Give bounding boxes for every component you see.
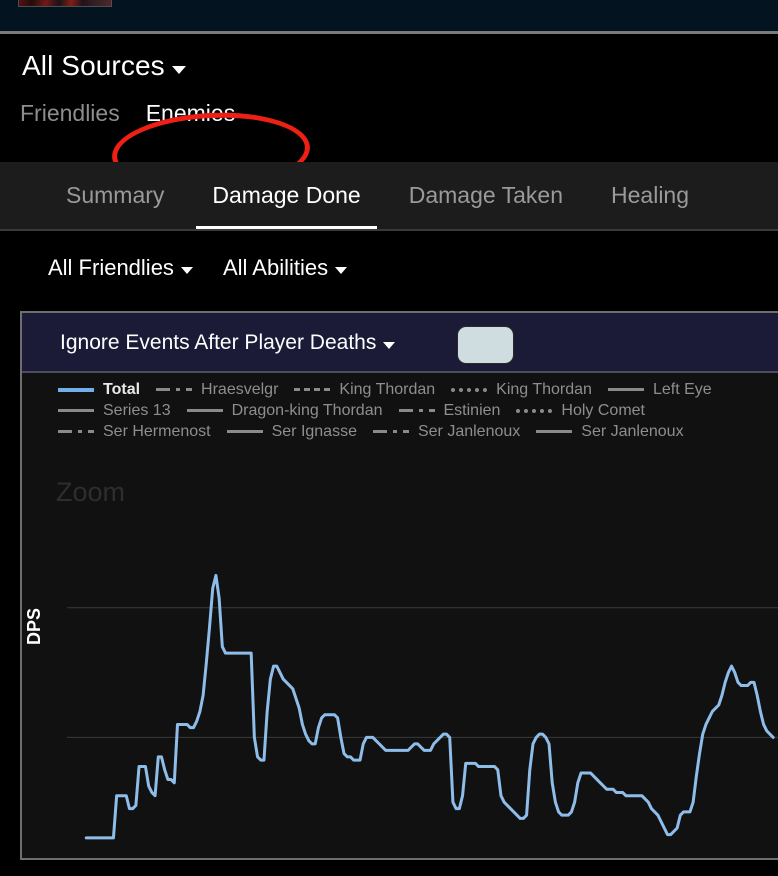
filter-all-friendlies[interactable]: All Friendlies <box>48 255 193 281</box>
chart-panel-toolbar: Ignore Events After Player Deaths <box>22 313 778 373</box>
all-sources-label: All Sources <box>22 50 165 81</box>
tab-healing[interactable]: Healing <box>587 162 713 229</box>
raid-banner-thumbnail <box>18 0 112 7</box>
main-tab-strip: Summary Damage Done Damage Taken Healing <box>0 162 778 229</box>
chart-line-total <box>84 573 775 840</box>
chart-plot-area <box>67 573 778 840</box>
chart-panel: Ignore Events After Player Deaths Total H… <box>20 311 778 860</box>
filter-all-abilities-label: All Abilities <box>222 254 329 280</box>
app-root: All Sources Friendlies Enemies Summary D… <box>0 0 778 876</box>
top-navy-bar <box>0 0 778 31</box>
chevron-down-icon <box>335 267 348 275</box>
source-tab-friendlies[interactable]: Friendlies <box>20 100 120 127</box>
tab-summary[interactable]: Summary <box>42 162 188 229</box>
source-side-tabs: Friendlies Enemies <box>20 100 235 127</box>
source-tab-enemies[interactable]: Enemies <box>146 100 235 127</box>
filter-all-abilities[interactable]: All Abilities <box>222 254 348 281</box>
main-tabs: Summary Damage Done Damage Taken Healing <box>42 162 713 229</box>
tab-damage-taken[interactable]: Damage Taken <box>385 162 587 229</box>
filter-all-friendlies-label: All Friendlies <box>48 254 174 280</box>
dps-chart: Total Hraesvelgr King Thordan King Thordan L… <box>22 373 778 858</box>
ignore-events-label: Ignore Events After Player Deaths <box>60 331 377 354</box>
ignore-events-toggle[interactable] <box>457 326 514 364</box>
chevron-down-icon <box>383 341 396 349</box>
ignore-events-dropdown[interactable]: Ignore Events After Player Deaths <box>60 331 396 355</box>
chevron-down-icon <box>171 65 186 74</box>
all-sources-dropdown[interactable]: All Sources <box>22 50 186 82</box>
chevron-down-icon <box>180 267 193 275</box>
tab-damage-done[interactable]: Damage Done <box>188 162 384 229</box>
sources-section: All Sources Friendlies Enemies <box>0 34 778 197</box>
filter-bar: All Friendlies All Abilities <box>0 231 778 304</box>
